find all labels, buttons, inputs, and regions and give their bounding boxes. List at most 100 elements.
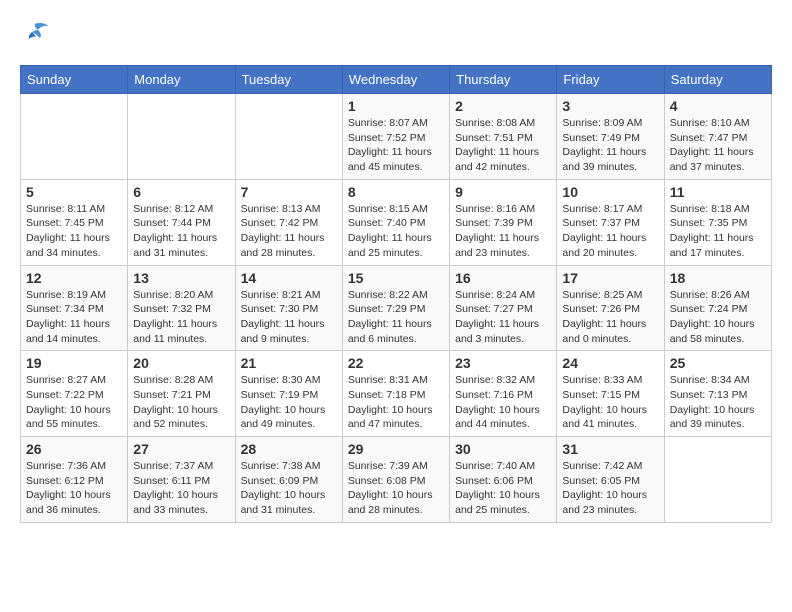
calendar-cell: 6 Sunrise: 8:12 AM Sunset: 7:44 PM Daylig… (128, 179, 235, 265)
day-number: 29 (348, 441, 444, 457)
day-info: Sunrise: 8:18 AM Sunset: 7:35 PM Dayligh… (670, 202, 766, 261)
day-number: 27 (133, 441, 229, 457)
day-number: 26 (26, 441, 122, 457)
calendar-cell (664, 437, 771, 523)
day-number: 7 (241, 184, 337, 200)
weekday-header-monday: Monday (128, 66, 235, 94)
calendar-cell (128, 94, 235, 180)
day-number: 4 (670, 98, 766, 114)
calendar-week-row: 12 Sunrise: 8:19 AM Sunset: 7:34 PM Dayli… (21, 265, 772, 351)
weekday-header-row: SundayMondayTuesdayWednesdayThursdayFrid… (21, 66, 772, 94)
calendar-cell: 25 Sunrise: 8:34 AM Sunset: 7:13 PM Dayli… (664, 351, 771, 437)
calendar-cell: 16 Sunrise: 8:24 AM Sunset: 7:27 PM Dayli… (450, 265, 557, 351)
day-number: 14 (241, 270, 337, 286)
calendar-cell (235, 94, 342, 180)
calendar-cell: 21 Sunrise: 8:30 AM Sunset: 7:19 PM Dayli… (235, 351, 342, 437)
day-number: 3 (562, 98, 658, 114)
day-info: Sunrise: 8:33 AM Sunset: 7:15 PM Dayligh… (562, 373, 658, 432)
calendar-week-row: 26 Sunrise: 7:36 AM Sunset: 6:12 PM Dayli… (21, 437, 772, 523)
day-number: 22 (348, 355, 444, 371)
day-number: 1 (348, 98, 444, 114)
calendar-cell: 2Sunrise: 8:08 AM Sunset: 7:51 PM Daylig… (450, 94, 557, 180)
day-info: Sunrise: 8:17 AM Sunset: 7:37 PM Dayligh… (562, 202, 658, 261)
calendar-cell: 28 Sunrise: 7:38 AM Sunset: 6:09 PM Dayli… (235, 437, 342, 523)
calendar-cell: 27 Sunrise: 7:37 AM Sunset: 6:11 PM Dayli… (128, 437, 235, 523)
logo (20, 20, 54, 49)
calendar-cell: 8Sunrise: 8:15 AM Sunset: 7:40 PM Daylig… (342, 179, 449, 265)
calendar-cell: 11 Sunrise: 8:18 AM Sunset: 7:35 PM Dayli… (664, 179, 771, 265)
calendar-cell: 20Sunrise: 8:28 AM Sunset: 7:21 PM Dayli… (128, 351, 235, 437)
day-info: Sunrise: 8:20 AM Sunset: 7:32 PM Dayligh… (133, 288, 229, 347)
day-info: Sunrise: 8:19 AM Sunset: 7:34 PM Dayligh… (26, 288, 122, 347)
day-info: Sunrise: 8:15 AM Sunset: 7:40 PM Dayligh… (348, 202, 444, 261)
weekday-header-tuesday: Tuesday (235, 66, 342, 94)
calendar-cell: 3 Sunrise: 8:09 AM Sunset: 7:49 PM Daylig… (557, 94, 664, 180)
day-info: Sunrise: 8:34 AM Sunset: 7:13 PM Dayligh… (670, 373, 766, 432)
calendar-week-row: 1 Sunrise: 8:07 AM Sunset: 7:52 PM Daylig… (21, 94, 772, 180)
calendar-week-row: 5Sunrise: 8:11 AM Sunset: 7:45 PM Daylig… (21, 179, 772, 265)
day-number: 16 (455, 270, 551, 286)
day-info: Sunrise: 7:40 AM Sunset: 6:06 PM Dayligh… (455, 459, 551, 518)
day-number: 9 (455, 184, 551, 200)
weekday-header-wednesday: Wednesday (342, 66, 449, 94)
calendar-cell: 15 Sunrise: 8:22 AM Sunset: 7:29 PM Dayli… (342, 265, 449, 351)
day-number: 25 (670, 355, 766, 371)
weekday-header-thursday: Thursday (450, 66, 557, 94)
day-info: Sunrise: 8:30 AM Sunset: 7:19 PM Dayligh… (241, 373, 337, 432)
day-number: 23 (455, 355, 551, 371)
calendar-cell: 22 Sunrise: 8:31 AM Sunset: 7:18 PM Dayli… (342, 351, 449, 437)
calendar-cell: 23 Sunrise: 8:32 AM Sunset: 7:16 PM Dayli… (450, 351, 557, 437)
day-info: Sunrise: 8:32 AM Sunset: 7:16 PM Dayligh… (455, 373, 551, 432)
weekday-header-saturday: Saturday (664, 66, 771, 94)
day-info: Sunrise: 8:24 AM Sunset: 7:27 PM Dayligh… (455, 288, 551, 347)
day-number: 13 (133, 270, 229, 286)
day-info: Sunrise: 8:27 AM Sunset: 7:22 PM Dayligh… (26, 373, 122, 432)
day-number: 20 (133, 355, 229, 371)
day-number: 24 (562, 355, 658, 371)
calendar-cell: 5Sunrise: 8:11 AM Sunset: 7:45 PM Daylig… (21, 179, 128, 265)
day-number: 31 (562, 441, 658, 457)
day-info: Sunrise: 8:12 AM Sunset: 7:44 PM Dayligh… (133, 202, 229, 261)
day-number: 11 (670, 184, 766, 200)
day-info: Sunrise: 7:37 AM Sunset: 6:11 PM Dayligh… (133, 459, 229, 518)
day-info: Sunrise: 8:08 AM Sunset: 7:51 PM Dayligh… (455, 116, 551, 175)
calendar-cell: 24 Sunrise: 8:33 AM Sunset: 7:15 PM Dayli… (557, 351, 664, 437)
calendar-cell: 13 Sunrise: 8:20 AM Sunset: 7:32 PM Dayli… (128, 265, 235, 351)
calendar-cell: 29 Sunrise: 7:39 AM Sunset: 6:08 PM Dayli… (342, 437, 449, 523)
day-number: 10 (562, 184, 658, 200)
day-info: Sunrise: 8:09 AM Sunset: 7:49 PM Dayligh… (562, 116, 658, 175)
calendar-cell: 19Sunrise: 8:27 AM Sunset: 7:22 PM Dayli… (21, 351, 128, 437)
day-info: Sunrise: 8:07 AM Sunset: 7:52 PM Dayligh… (348, 116, 444, 175)
day-info: Sunrise: 7:39 AM Sunset: 6:08 PM Dayligh… (348, 459, 444, 518)
calendar-cell: 4 Sunrise: 8:10 AM Sunset: 7:47 PM Daylig… (664, 94, 771, 180)
page-header (20, 20, 772, 49)
calendar-week-row: 19Sunrise: 8:27 AM Sunset: 7:22 PM Dayli… (21, 351, 772, 437)
day-info: Sunrise: 8:31 AM Sunset: 7:18 PM Dayligh… (348, 373, 444, 432)
day-number: 6 (133, 184, 229, 200)
day-info: Sunrise: 7:36 AM Sunset: 6:12 PM Dayligh… (26, 459, 122, 518)
day-number: 21 (241, 355, 337, 371)
calendar-cell: 18 Sunrise: 8:26 AM Sunset: 7:24 PM Dayli… (664, 265, 771, 351)
calendar-cell: 9 Sunrise: 8:16 AM Sunset: 7:39 PM Daylig… (450, 179, 557, 265)
day-number: 15 (348, 270, 444, 286)
calendar-cell: 12 Sunrise: 8:19 AM Sunset: 7:34 PM Dayli… (21, 265, 128, 351)
day-number: 30 (455, 441, 551, 457)
calendar-cell: 10 Sunrise: 8:17 AM Sunset: 7:37 PM Dayli… (557, 179, 664, 265)
calendar-cell: 31 Sunrise: 7:42 AM Sunset: 6:05 PM Dayli… (557, 437, 664, 523)
weekday-header-sunday: Sunday (21, 66, 128, 94)
day-info: Sunrise: 8:22 AM Sunset: 7:29 PM Dayligh… (348, 288, 444, 347)
calendar-table: SundayMondayTuesdayWednesdayThursdayFrid… (20, 65, 772, 523)
calendar-cell: 14 Sunrise: 8:21 AM Sunset: 7:30 PM Dayli… (235, 265, 342, 351)
day-info: Sunrise: 8:26 AM Sunset: 7:24 PM Dayligh… (670, 288, 766, 347)
day-info: Sunrise: 8:10 AM Sunset: 7:47 PM Dayligh… (670, 116, 766, 175)
calendar-cell (21, 94, 128, 180)
day-number: 28 (241, 441, 337, 457)
day-number: 18 (670, 270, 766, 286)
day-info: Sunrise: 7:38 AM Sunset: 6:09 PM Dayligh… (241, 459, 337, 518)
day-info: Sunrise: 7:42 AM Sunset: 6:05 PM Dayligh… (562, 459, 658, 518)
calendar-cell: 17Sunrise: 8:25 AM Sunset: 7:26 PM Dayli… (557, 265, 664, 351)
day-info: Sunrise: 8:16 AM Sunset: 7:39 PM Dayligh… (455, 202, 551, 261)
day-info: Sunrise: 8:11 AM Sunset: 7:45 PM Dayligh… (26, 202, 122, 261)
day-number: 12 (26, 270, 122, 286)
day-info: Sunrise: 8:21 AM Sunset: 7:30 PM Dayligh… (241, 288, 337, 347)
